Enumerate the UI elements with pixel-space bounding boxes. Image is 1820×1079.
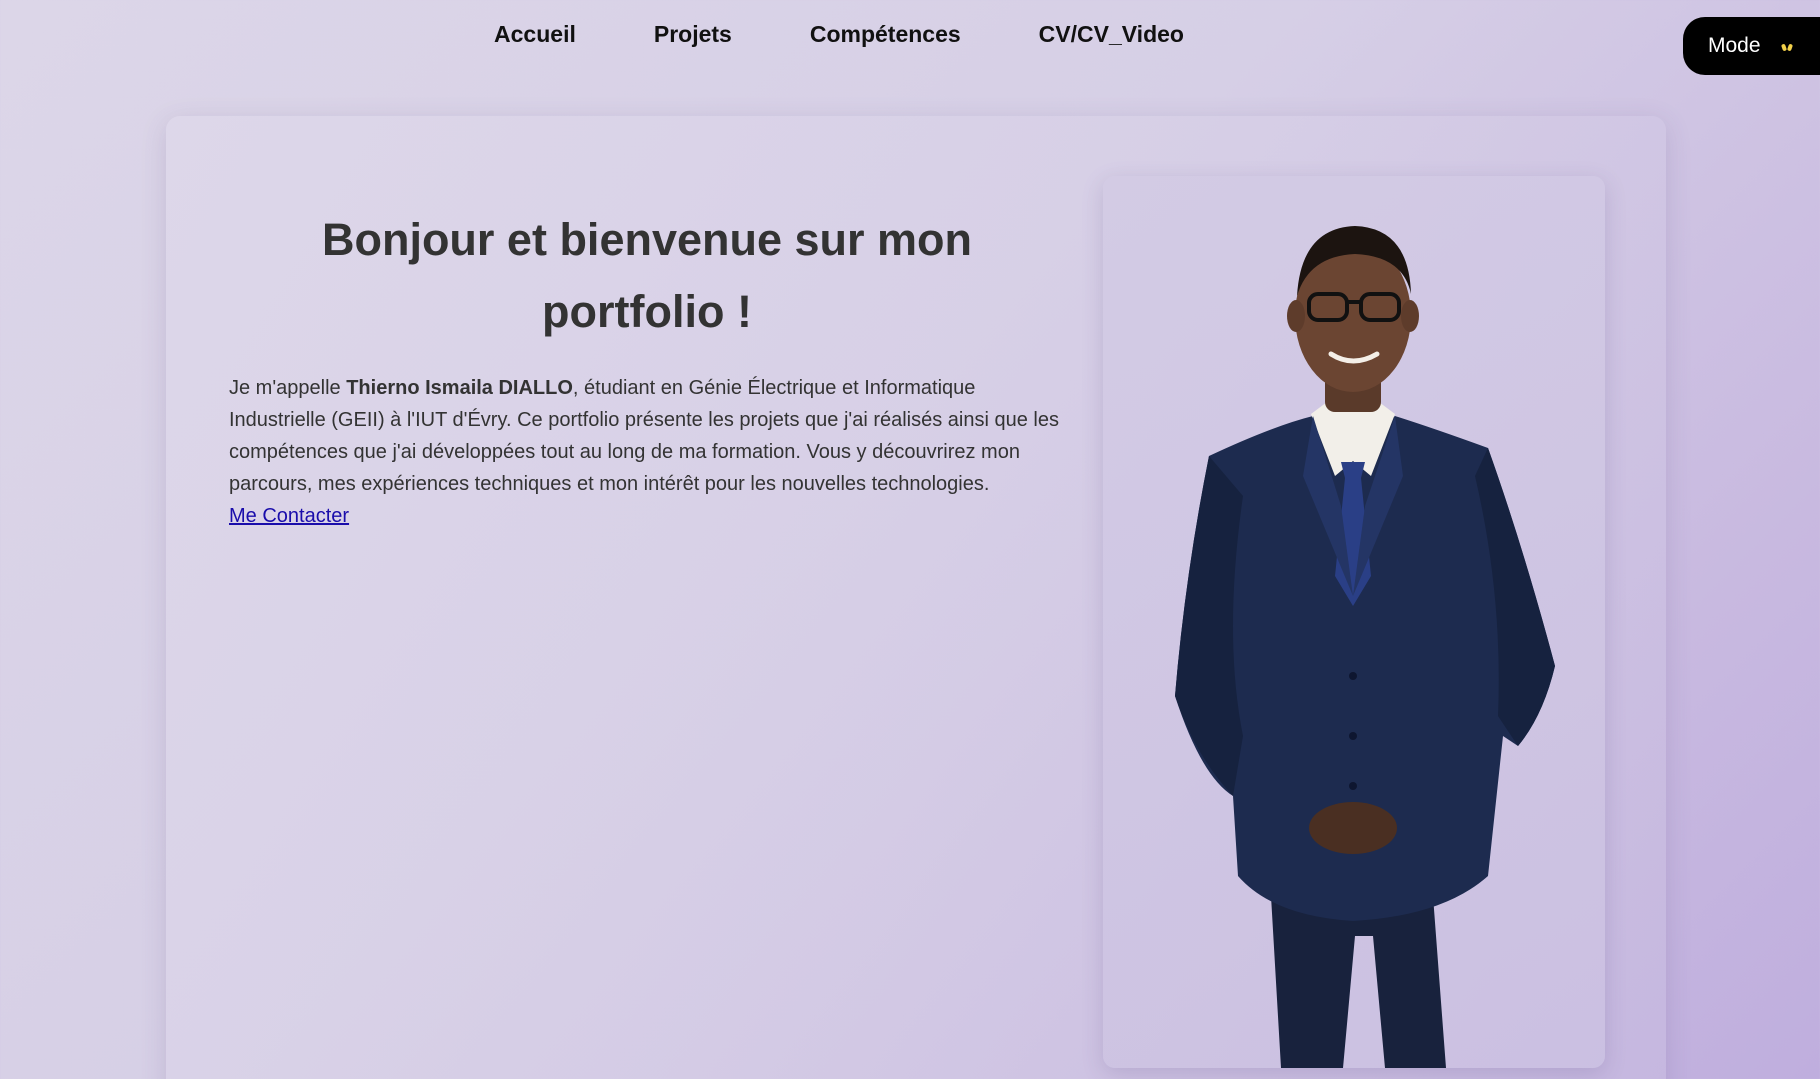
nav-link-competences[interactable]: Compétences xyxy=(810,21,961,48)
nav-link-cv[interactable]: CV/CV_Video xyxy=(1039,21,1184,48)
hero-title: Bonjour et bienvenue sur mon portfolio ! xyxy=(321,214,973,337)
nav-link-accueil[interactable]: Accueil xyxy=(494,21,576,48)
profile-photo xyxy=(1175,226,1555,1068)
intro-prefix: Je m'appelle xyxy=(229,377,347,399)
theme-mode-button[interactable]: Mode xyxy=(1683,17,1820,75)
hero-intro: Je m'appelle Thierno Ismaila DIALLO, étu… xyxy=(229,372,1071,500)
main-nav: Accueil Projets Compétences CV/CV_Video xyxy=(0,0,1666,72)
sun-icon xyxy=(1781,40,1793,52)
profile-photo-card xyxy=(1103,176,1605,1068)
nav-link-projets[interactable]: Projets xyxy=(654,21,732,48)
contact-link[interactable]: Me Contacter xyxy=(229,500,349,532)
student-name: Thierno Ismaila DIALLO xyxy=(346,377,573,399)
mode-button-label: Mode xyxy=(1708,34,1761,57)
